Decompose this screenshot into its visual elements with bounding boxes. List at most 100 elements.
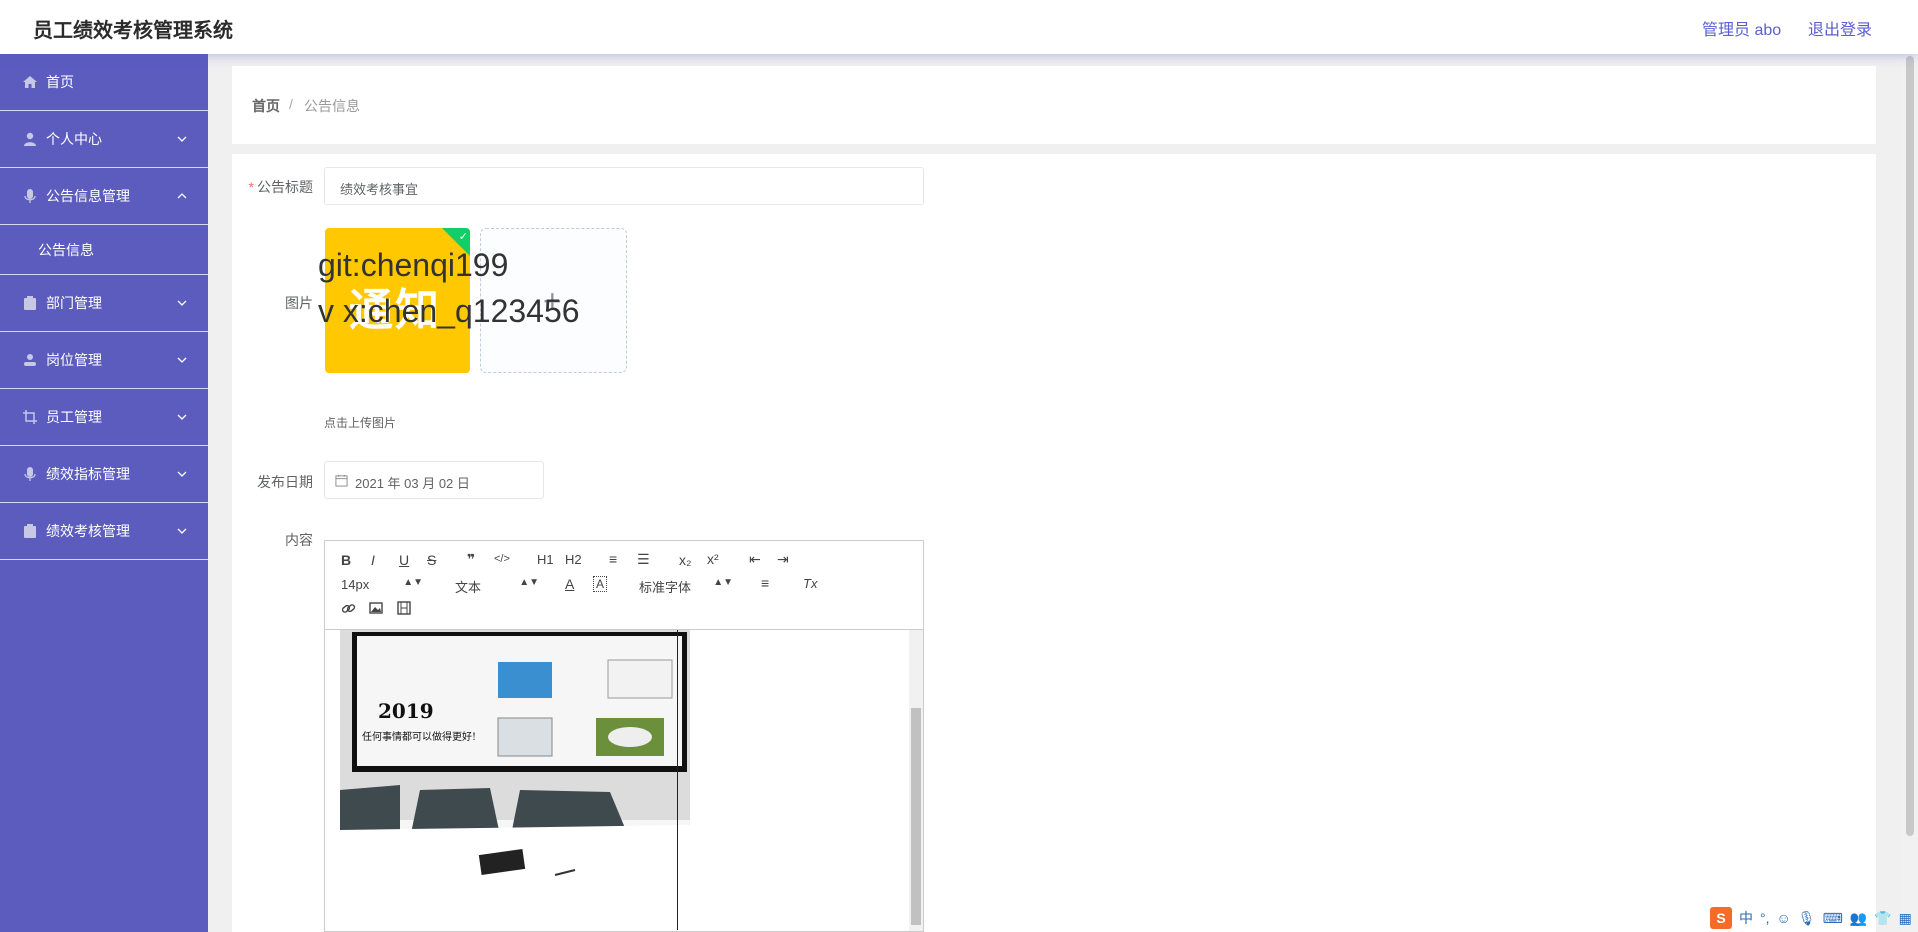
video-icon[interactable] xyxy=(397,601,411,615)
select-arrows-icon: ▲▼ xyxy=(713,577,733,588)
required-star: * xyxy=(248,179,254,195)
code-block-button[interactable]: </> xyxy=(494,553,510,565)
ime-skin-icon[interactable]: 👕 xyxy=(1874,910,1891,927)
image-icon[interactable] xyxy=(369,601,383,615)
ime-user-icon[interactable]: 👥 xyxy=(1850,910,1867,927)
sidebar-item-label: 绩效考核管理 xyxy=(46,523,130,539)
chevron-down-icon xyxy=(177,528,187,534)
underline-button[interactable]: U xyxy=(399,552,409,568)
clear-format-button[interactable]: Tx xyxy=(803,576,817,591)
date-label: 发布日期 xyxy=(257,474,313,490)
mic-icon xyxy=(24,467,36,481)
h1-button[interactable]: H1 xyxy=(537,552,554,567)
check-icon: ✓ xyxy=(458,231,468,243)
title-label: * 公告标题 xyxy=(248,179,313,195)
blockquote-button[interactable]: ❞ xyxy=(467,551,475,568)
logout-link[interactable]: 退出登录 xyxy=(1808,16,1872,40)
embedded-meeting-room-image: 2019 任何事情都可以做得更好! xyxy=(340,630,690,925)
sidebar-item-notice-management[interactable]: 公告信息管理 xyxy=(0,168,208,225)
ime-voice-icon[interactable]: 🎙 xyxy=(1798,910,1816,927)
mic-icon xyxy=(24,189,36,203)
user-icon xyxy=(24,132,36,146)
date-value: 2021 年 03 月 02 日 xyxy=(355,476,470,491)
ime-menu-icon[interactable]: ▦ xyxy=(1899,910,1912,927)
sidebar-item-label: 部门管理 xyxy=(46,295,102,311)
align-button[interactable]: ≡ xyxy=(761,575,769,591)
sidebar-item-employee-management[interactable]: 员工管理 xyxy=(0,389,208,446)
breadcrumb-home[interactable]: 首页 xyxy=(252,96,280,116)
font-size-select[interactable]: 14px ▲▼ xyxy=(341,577,423,593)
chevron-down-icon xyxy=(177,414,187,420)
background-color-button[interactable]: A xyxy=(593,576,608,592)
date-picker[interactable]: 2021 年 03 月 02 日 xyxy=(324,461,544,499)
editor-scrollbar[interactable] xyxy=(909,630,923,931)
link-icon[interactable] xyxy=(341,601,356,616)
sidebar-item-post-management[interactable]: 岗位管理 xyxy=(0,332,208,389)
ime-toolbar: S 中 °, ☺ 🎙 ⌨ 👥 👕 ▦ xyxy=(1710,906,1915,930)
crop-icon xyxy=(23,410,37,424)
page-scrollbar-thumb[interactable] xyxy=(1906,56,1914,836)
sidebar-item-label: 绩效指标管理 xyxy=(46,466,130,482)
clipboard-icon xyxy=(24,296,36,310)
ime-emoji-icon[interactable]: ☺ xyxy=(1777,910,1791,926)
photo-year: 2019 xyxy=(378,699,434,723)
page-scrollbar[interactable] xyxy=(1902,54,1918,932)
ordered-list-button[interactable]: ≡ xyxy=(609,551,617,567)
sidebar-item-personal-center[interactable]: 个人中心 xyxy=(0,111,208,168)
sidebar-item-kpi-management[interactable]: 绩效指标管理 xyxy=(0,446,208,503)
upload-tip: 点击上传图片 xyxy=(324,416,397,430)
sogou-logo-icon: S xyxy=(1710,907,1732,929)
chevron-down-icon xyxy=(177,471,187,477)
outdent-button[interactable]: ⇤ xyxy=(749,551,761,568)
sidebar-item-home[interactable]: 首页 xyxy=(0,54,208,111)
editor-scrollbar-thumb[interactable] xyxy=(911,708,921,925)
breadcrumb-separator: / xyxy=(289,96,293,112)
sidebar-item-label: 岗位管理 xyxy=(46,352,102,368)
calendar-icon xyxy=(335,474,348,487)
text-color-button[interactable]: A xyxy=(565,576,574,592)
sidebar-subitem-label: 公告信息 xyxy=(38,241,94,258)
current-user: 管理员 abo xyxy=(1702,22,1782,39)
sidebar-item-label: 个人中心 xyxy=(46,131,102,147)
header-select[interactable]: 文本 ▲▼ xyxy=(455,577,539,595)
select-arrows-icon: ▲▼ xyxy=(403,577,423,588)
breadcrumb-current: 公告信息 xyxy=(304,98,360,114)
title-input[interactable]: 绩效考核事宜 xyxy=(324,167,924,205)
photo-slogan: 任何事情都可以做得更好! xyxy=(362,730,476,743)
editor-cursor-line xyxy=(677,630,678,930)
content-label: 内容 xyxy=(285,532,313,548)
watermark-line-2: v x:chen_q123456 xyxy=(318,293,580,329)
bullet-list-button[interactable]: ☰ xyxy=(637,551,650,568)
clipboard-icon xyxy=(24,524,36,538)
sidebar-subitem-notice-info[interactable]: 公告信息 xyxy=(0,225,208,275)
sidebar-item-label: 公告信息管理 xyxy=(46,188,130,204)
ime-chinese-mode-icon[interactable]: 中 xyxy=(1739,908,1753,928)
breadcrumb: 首页 / 公告信息 xyxy=(232,66,1876,144)
top-header: 员工绩效考核管理系统 管理员 abo 退出登录 xyxy=(0,0,1918,54)
strike-button[interactable]: S xyxy=(427,552,436,568)
h2-button[interactable]: H2 xyxy=(565,552,582,567)
sidebar-item-department-management[interactable]: 部门管理 xyxy=(0,275,208,332)
image-label: 图片 xyxy=(285,295,313,311)
home-icon xyxy=(23,76,37,88)
sidebar-item-label: 首页 xyxy=(46,74,74,90)
sidebar-item-appraisal-management[interactable]: 绩效考核管理 xyxy=(0,503,208,560)
title-input-value: 绩效考核事宜 xyxy=(340,182,419,197)
content-editor: B I U S ❞ </> H1 H2 ≡ ☰ x₂ x² ⇤ ⇥ 14px ▲▼… xyxy=(324,540,924,932)
bold-button[interactable]: B xyxy=(341,552,351,568)
superscript-button[interactable]: x² xyxy=(707,551,719,567)
chevron-up-icon xyxy=(177,193,187,199)
select-arrows-icon: ▲▼ xyxy=(519,577,539,588)
editor-content-area[interactable]: 2019 任何事情都可以做得更好! xyxy=(325,630,923,931)
ime-punctuation-icon[interactable]: °, xyxy=(1760,910,1770,926)
subscript-button[interactable]: x₂ xyxy=(679,552,691,568)
watermark-line-1: git:chenqi199 xyxy=(318,247,509,283)
chevron-down-icon xyxy=(177,300,187,306)
italic-button[interactable]: I xyxy=(371,552,375,568)
font-family-select[interactable]: 标准字体 ▲▼ xyxy=(639,577,733,595)
app-title: 员工绩效考核管理系统 xyxy=(33,20,233,42)
sidebar: 首页 个人中心 公告信息管理 公告信息 部门管理 岗位管理 员工管理 绩效指标管… xyxy=(0,54,208,932)
indent-button[interactable]: ⇥ xyxy=(777,551,789,568)
sidebar-item-label: 员工管理 xyxy=(46,409,102,425)
ime-keyboard-icon[interactable]: ⌨ xyxy=(1823,910,1843,927)
